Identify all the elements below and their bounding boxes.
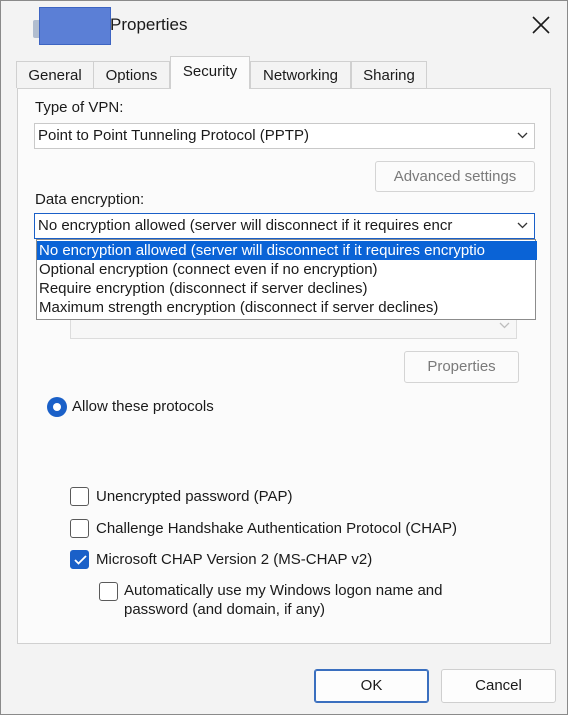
encryption-option-none[interactable]: No encryption allowed (server will disco… — [37, 241, 537, 260]
chevron-down-icon — [517, 222, 528, 229]
ok-button[interactable]: OK — [314, 669, 429, 703]
close-icon — [532, 16, 550, 34]
auto-logon-checkbox[interactable] — [99, 582, 118, 601]
vpn-type-select[interactable]: Point to Point Tunneling Protocol (PPTP) — [34, 123, 535, 149]
tab-security[interactable]: Security — [170, 56, 250, 89]
close-button[interactable] — [525, 9, 557, 41]
vpn-type-label: Type of VPN: — [35, 99, 124, 116]
data-encryption-select[interactable]: No encryption allowed (server will disco… — [34, 213, 535, 239]
allow-protocols-radio[interactable] — [47, 397, 67, 417]
title-bar: Properties — [1, 1, 567, 51]
encryption-dropdown-list: No encryption allowed (server will disco… — [36, 239, 537, 320]
ms-chap-v2-label: Microsoft CHAP Version 2 (MS-CHAP v2) — [96, 551, 373, 568]
advanced-settings-button[interactable]: Advanced settings — [375, 161, 535, 192]
tab-networking[interactable]: Networking — [250, 61, 351, 88]
data-encryption-label: Data encryption: — [35, 191, 145, 208]
chevron-down-icon — [517, 132, 528, 139]
encryption-option-optional[interactable]: Optional encryption (connect even if no … — [37, 260, 537, 279]
pap-checkbox[interactable] — [70, 487, 89, 506]
checkmark-icon — [74, 555, 87, 565]
encryption-option-require[interactable]: Require encryption (disconnect if server… — [37, 279, 537, 298]
properties-button[interactable]: Properties — [404, 351, 519, 383]
pap-label: Unencrypted password (PAP) — [96, 488, 293, 505]
window-title: Properties — [110, 15, 188, 34]
tab-sharing[interactable]: Sharing — [351, 61, 427, 88]
encryption-option-maximum[interactable]: Maximum strength encryption (disconnect … — [37, 298, 537, 317]
properties-dialog: Properties General Options Security Netw… — [0, 0, 568, 715]
tab-options[interactable]: Options — [93, 61, 170, 88]
chevron-down-icon — [499, 322, 510, 329]
chap-label: Challenge Handshake Authentication Proto… — [96, 520, 458, 537]
cancel-button[interactable]: Cancel — [441, 669, 556, 703]
auto-logon-label-line1: Automatically use my Windows logon name … — [124, 582, 443, 599]
vpn-type-value: Point to Point Tunneling Protocol (PPTP) — [38, 127, 309, 144]
allow-protocols-label: Allow these protocols — [72, 398, 214, 415]
chap-checkbox[interactable] — [70, 519, 89, 538]
tab-general[interactable]: General — [16, 61, 94, 88]
ms-chap-v2-checkbox[interactable] — [70, 550, 89, 569]
redacted-connection-name — [39, 7, 111, 45]
auto-logon-label-line2: password (and domain, if any) — [124, 601, 325, 618]
data-encryption-value: No encryption allowed (server will disco… — [38, 217, 453, 234]
